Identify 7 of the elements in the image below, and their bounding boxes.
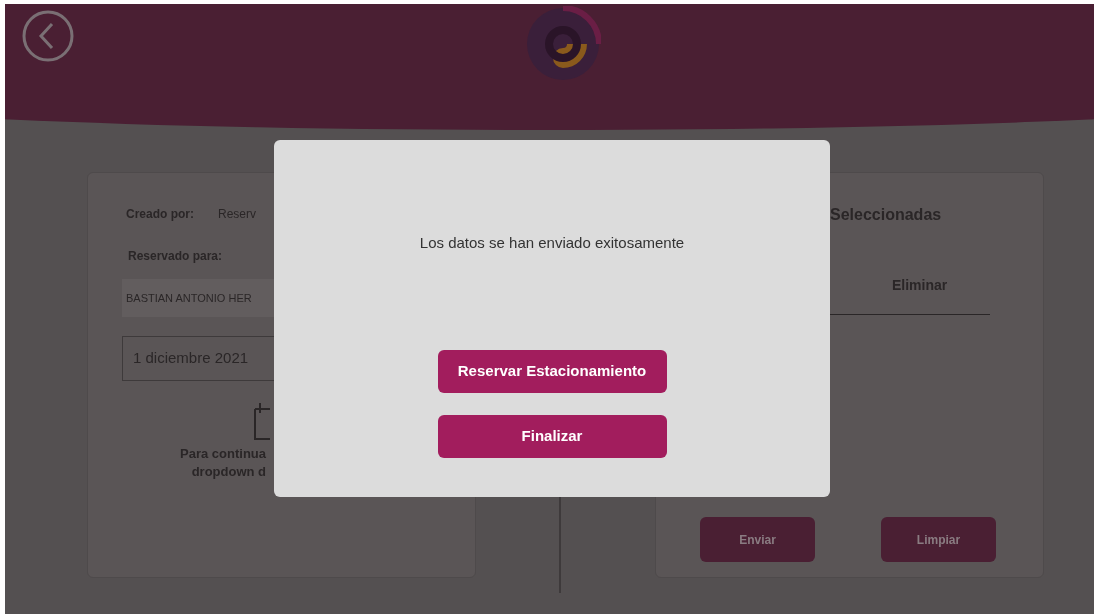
dialog-button[interactable]: Finalizar <box>437 414 667 458</box>
success-message: Los datos se han enviado exitosamente <box>419 233 685 253</box>
back-icon[interactable] <box>22 10 74 62</box>
action-button[interactable]: Limpiar <box>881 517 996 562</box>
action-button[interactable]: Enviar <box>700 517 815 562</box>
dialog-button[interactable]: Reservar Estacionamiento <box>437 349 667 393</box>
logo-icon <box>525 6 601 82</box>
